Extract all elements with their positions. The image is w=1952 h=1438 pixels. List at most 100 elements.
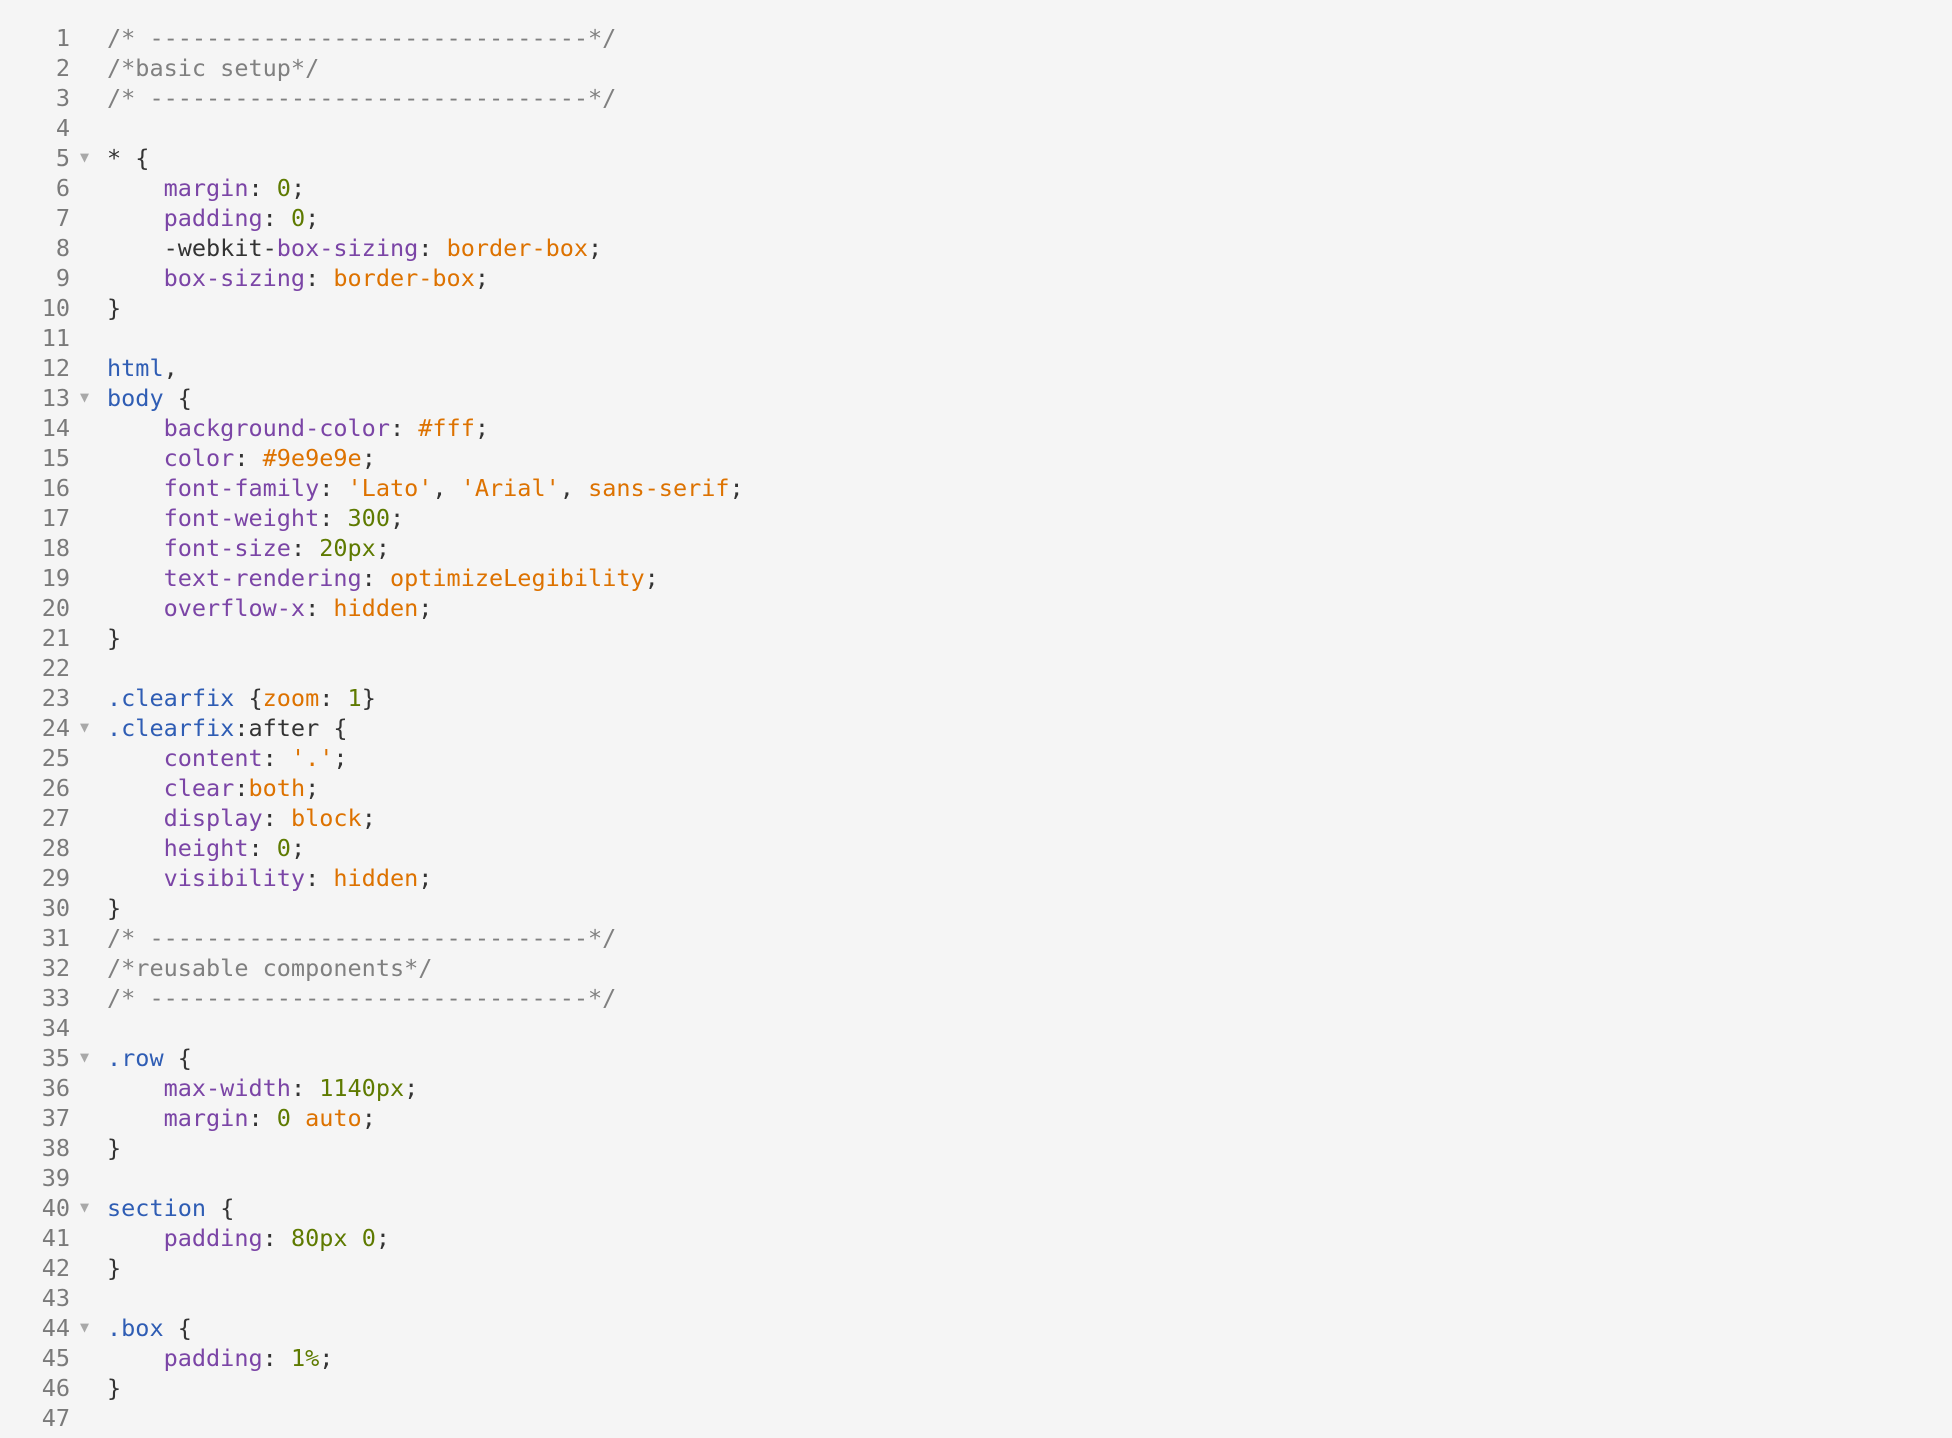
punctuation-token: : <box>389 414 419 442</box>
value-token: '.' <box>290 744 334 772</box>
code-text: /* -------------------------------*/ <box>107 983 616 1013</box>
number-token: 0 <box>276 834 291 862</box>
code-line[interactable]: 38} <box>0 1133 1952 1163</box>
code-line[interactable]: 25 content: '.'; <box>0 743 1952 773</box>
code-text: /* -------------------------------*/ <box>107 923 616 953</box>
code-line[interactable]: 37 margin: 0 auto; <box>0 1103 1952 1133</box>
code-line[interactable]: 19 text-rendering: optimizeLegibility; <box>0 563 1952 593</box>
code-editor[interactable]: 1 /* -------------------------------*/ 2 /*… <box>0 23 1952 1433</box>
punctuation-token <box>107 444 164 472</box>
punctuation-token: } <box>107 1134 122 1162</box>
punctuation-token: ; <box>375 534 390 562</box>
code-line[interactable]: 14 background-color: #fff; <box>0 413 1952 443</box>
code-line[interactable]: 27 display: block; <box>0 803 1952 833</box>
punctuation-token: { <box>163 1314 192 1342</box>
code-line[interactable]: 3 /* -------------------------------*/ <box>0 83 1952 113</box>
code-line[interactable]: 35 ▼ .row { <box>0 1043 1952 1073</box>
punctuation-token: ; <box>361 1104 376 1132</box>
code-line[interactable]: 13 ▼ body { <box>0 383 1952 413</box>
punctuation-token <box>107 414 164 442</box>
selector-token: .row <box>107 1044 164 1072</box>
code-line[interactable]: 40 ▼ section { <box>0 1193 1952 1223</box>
code-text: padding: 0; <box>107 203 320 233</box>
punctuation-token: : <box>418 234 447 262</box>
number-token: 1 <box>347 684 362 712</box>
code-line[interactable]: 45 padding: 1%; <box>0 1343 1952 1373</box>
punctuation-token: } <box>361 684 376 712</box>
code-line[interactable]: 36 max-width: 1140px; <box>0 1073 1952 1103</box>
code-line[interactable]: 15 color: #9e9e9e; <box>0 443 1952 473</box>
code-text: .clearfix {zoom: 1} <box>107 683 376 713</box>
code-line[interactable]: 5 ▼ * { <box>0 143 1952 173</box>
code-line[interactable]: 22 <box>0 653 1952 683</box>
code-text: /* -------------------------------*/ <box>107 23 616 53</box>
code-line[interactable]: 10} <box>0 293 1952 323</box>
punctuation-token <box>107 744 164 772</box>
code-line[interactable]: 42} <box>0 1253 1952 1283</box>
fold-triangle-down-icon[interactable]: ▼ <box>80 1193 96 1221</box>
line-number: 17 <box>41 504 70 532</box>
value-token: block <box>290 804 362 832</box>
code-line[interactable]: 41 padding: 80px 0; <box>0 1223 1952 1253</box>
code-line[interactable]: 26 clear:both; <box>0 773 1952 803</box>
code-line[interactable]: 20 overflow-x: hidden; <box>0 593 1952 623</box>
code-line[interactable]: 21} <box>0 623 1952 653</box>
code-text: margin: 0; <box>107 173 306 203</box>
punctuation-token: -webkit- <box>107 234 277 262</box>
punctuation-token: : <box>262 1224 291 1252</box>
code-line[interactable]: 11 <box>0 323 1952 353</box>
code-line[interactable]: 4 <box>0 113 1952 143</box>
punctuation-token <box>107 264 164 292</box>
line-number: 34 <box>41 1014 70 1042</box>
code-line[interactable]: 33 /* -------------------------------*/ <box>0 983 1952 1013</box>
code-line[interactable]: 34 <box>0 1013 1952 1043</box>
code-text: .box { <box>107 1313 192 1343</box>
punctuation-token: : <box>248 834 277 862</box>
code-line[interactable]: 18 font-size: 20px; <box>0 533 1952 563</box>
line-number: 10 <box>41 294 70 322</box>
fold-triangle-down-icon[interactable]: ▼ <box>80 383 96 411</box>
code-line[interactable]: 47 <box>0 1403 1952 1433</box>
code-line[interactable]: 6 margin: 0; <box>0 173 1952 203</box>
punctuation-token: ; <box>389 504 405 532</box>
number-token: 0 <box>276 1104 291 1132</box>
code-line[interactable]: 23 .clearfix {zoom: 1} <box>0 683 1952 713</box>
code-text: text-rendering: optimizeLegibility; <box>107 563 659 593</box>
line-number: 39 <box>41 1164 70 1192</box>
punctuation-token: ; <box>375 1224 390 1252</box>
code-line[interactable]: 17 font-weight: 300; <box>0 503 1952 533</box>
code-line[interactable]: 9 box-sizing: border-box; <box>0 263 1952 293</box>
code-line[interactable]: 2 /*basic setup*/ <box>0 53 1952 83</box>
punctuation-token: , <box>559 474 589 502</box>
code-line[interactable]: 16 font-family: 'Lato', 'Arial', sans-se… <box>0 473 1952 503</box>
code-text: content: '.'; <box>107 743 348 773</box>
punctuation-token <box>107 204 164 232</box>
code-line[interactable]: 28 height: 0; <box>0 833 1952 863</box>
code-line[interactable]: 29 visibility: hidden; <box>0 863 1952 893</box>
code-line[interactable]: 12 html, <box>0 353 1952 383</box>
code-line[interactable]: 39 <box>0 1163 1952 1193</box>
line-number: 40 <box>41 1194 70 1222</box>
code-line[interactable]: 31 /* -------------------------------*/ <box>0 923 1952 953</box>
code-line[interactable]: 24 ▼ .clearfix:after { <box>0 713 1952 743</box>
code-line[interactable]: 7 padding: 0; <box>0 203 1952 233</box>
line-number: 19 <box>41 564 70 592</box>
property-token: max-width <box>163 1074 291 1102</box>
fold-triangle-down-icon[interactable]: ▼ <box>80 713 96 741</box>
selector-token: .clearfix <box>107 714 235 742</box>
code-line[interactable]: 8 -webkit-box-sizing: border-box; <box>0 233 1952 263</box>
code-line[interactable]: 44 ▼ .box { <box>0 1313 1952 1343</box>
fold-triangle-down-icon[interactable]: ▼ <box>80 1313 96 1341</box>
punctuation-token: : <box>305 864 334 892</box>
code-line[interactable]: 32 /*reusable components*/ <box>0 953 1952 983</box>
code-line[interactable]: 30} <box>0 893 1952 923</box>
fold-triangle-down-icon[interactable]: ▼ <box>80 1043 96 1071</box>
line-number: 30 <box>41 894 70 922</box>
line-number: 44 <box>41 1314 70 1342</box>
code-line[interactable]: 1 /* -------------------------------*/ <box>0 23 1952 53</box>
punctuation-token: ; <box>588 234 603 262</box>
code-line[interactable]: 46} <box>0 1373 1952 1403</box>
code-line[interactable]: 43 <box>0 1283 1952 1313</box>
fold-triangle-down-icon[interactable]: ▼ <box>80 143 96 171</box>
line-number: 24 <box>41 714 70 742</box>
